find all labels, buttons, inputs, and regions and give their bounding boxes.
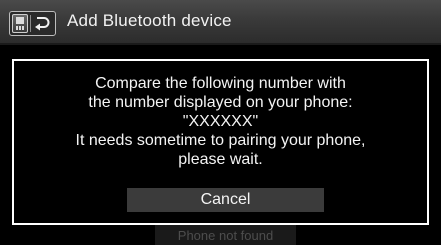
screen: Add Bluetooth device Phone not found Com… <box>0 0 441 245</box>
message-line: It needs sometime to pairing your phone, <box>75 132 366 149</box>
title-bar: Add Bluetooth device <box>0 0 441 45</box>
back-button[interactable] <box>9 11 56 36</box>
phone-not-found-button: Phone not found <box>155 225 296 245</box>
back-arrow-icon <box>35 17 50 31</box>
page-title: Add Bluetooth device <box>67 11 232 30</box>
message-line: the number displayed on your phone: <box>88 94 353 111</box>
pairing-dialog: Compare the following number with the nu… <box>12 59 429 225</box>
phone-icon <box>12 14 28 33</box>
dialog-message: Compare the following number with the nu… <box>14 74 427 169</box>
message-line: Compare the following number with <box>95 75 346 92</box>
divider <box>30 15 31 32</box>
pairing-code: "XXXXXX" <box>182 113 259 130</box>
message-line: please wait. <box>178 151 263 168</box>
cancel-button[interactable]: Cancel <box>127 188 324 212</box>
